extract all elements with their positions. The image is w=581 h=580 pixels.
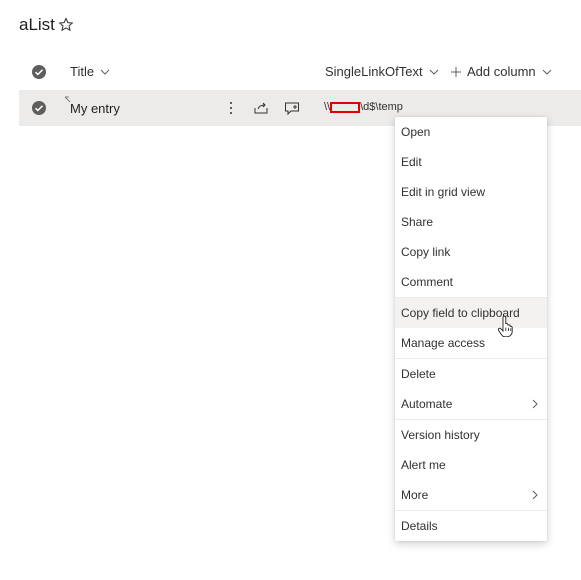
column-header-title[interactable]: Title: [70, 64, 110, 79]
menu-item-alert-me[interactable]: Alert me: [395, 450, 547, 480]
add-column-label: Add column: [467, 64, 536, 79]
star-icon[interactable]: [58, 17, 74, 33]
menu-item-automate-label: Automate: [401, 397, 453, 411]
chevron-down-icon: [100, 69, 110, 75]
column-title-label: Title: [70, 64, 95, 79]
plus-icon: [451, 66, 461, 77]
share-icon[interactable]: [253, 100, 269, 116]
menu-item-edit-grid[interactable]: Edit in grid view: [395, 177, 547, 207]
context-menu: Open Edit Edit in grid view Share Copy l…: [395, 117, 547, 541]
menu-item-manage-access[interactable]: Manage access: [395, 328, 547, 358]
comment-icon[interactable]: [284, 100, 300, 116]
hand-cursor-icon: [497, 315, 513, 337]
row-title[interactable]: My entry: [70, 101, 120, 116]
chevron-down-icon: [429, 69, 438, 75]
select-all-check-icon[interactable]: [32, 65, 46, 79]
menu-item-details[interactable]: Details: [395, 511, 547, 541]
menu-item-copy-field[interactable]: Copy field to clipboard: [395, 298, 547, 328]
menu-item-more[interactable]: More: [395, 480, 547, 510]
redacted-box: [330, 102, 361, 113]
column-link-label: SingleLinkOfText: [325, 64, 423, 79]
more-options-icon[interactable]: [223, 100, 239, 116]
column-header-link[interactable]: SingleLinkOfText: [325, 64, 439, 79]
menu-item-comment[interactable]: Comment: [395, 267, 547, 297]
add-column-button[interactable]: Add column: [451, 64, 552, 79]
menu-item-copy-link[interactable]: Copy link: [395, 237, 547, 267]
row-select-check-icon[interactable]: [32, 101, 46, 115]
link-suffix: \d$\temp: [360, 101, 403, 113]
menu-item-open[interactable]: Open: [395, 117, 547, 147]
list-title: aList: [19, 15, 55, 34]
menu-item-edit[interactable]: Edit: [395, 147, 547, 177]
chevron-right-icon: [532, 490, 538, 500]
column-header-row: Title SingleLinkOfText Add column: [19, 55, 581, 89]
chevron-down-icon: [542, 69, 552, 75]
menu-item-version-history[interactable]: Version history: [395, 420, 547, 450]
menu-item-automate[interactable]: Automate: [395, 389, 547, 419]
row-link-cell[interactable]: \\ \d$\temp: [324, 101, 403, 113]
chevron-right-icon: [532, 399, 538, 409]
menu-item-share[interactable]: Share: [395, 207, 547, 237]
menu-item-more-label: More: [401, 488, 429, 502]
menu-item-delete[interactable]: Delete: [395, 359, 547, 389]
